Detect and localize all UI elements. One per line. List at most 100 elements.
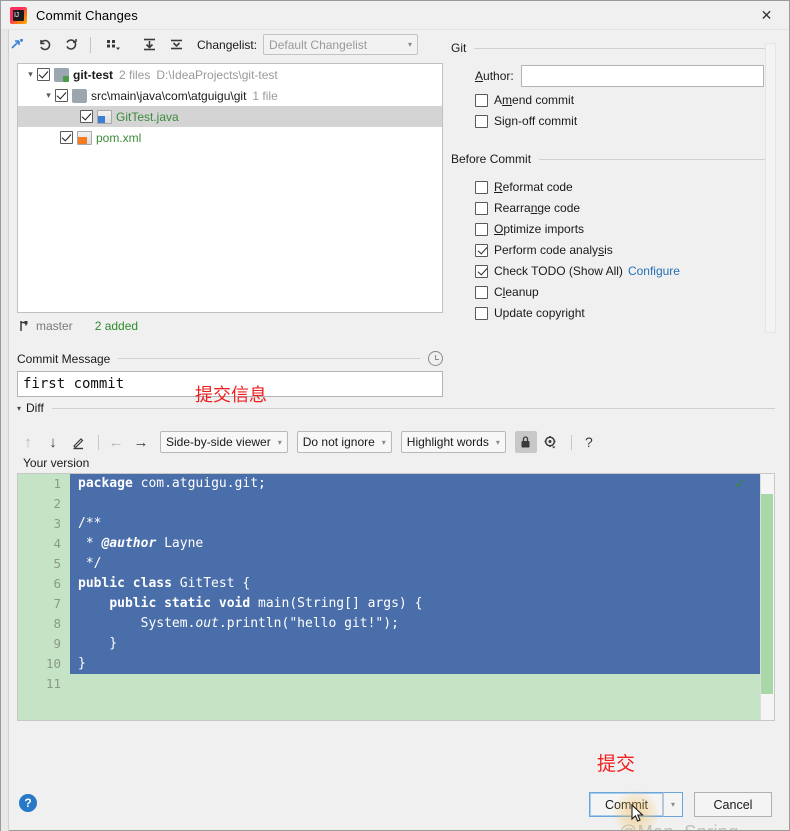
analysis-ok-icon: ✓ [735,476,744,492]
tree-checkbox[interactable] [80,110,93,123]
commit-message-header: Commit Message [17,351,443,366]
tree-item-label: src\main\java\com\atguigu\git [91,88,247,103]
code-line: * @author Layne [70,534,774,554]
clock-history-icon[interactable] [428,351,443,366]
commit-button-annotation: 提交 [597,753,636,775]
diff-label: Diff [26,401,44,415]
tree-row-package[interactable]: ▾ src\main\java\com\atguigu\git 1 file [18,85,442,106]
project-folder-icon [54,67,69,82]
arrow-up-icon[interactable]: ↑ [17,431,39,453]
tree-item-meta: 2 files [119,67,151,82]
check-todo-checkbox[interactable]: Check TODO (Show All) Configure [475,264,776,278]
line-number: 1 [53,476,61,491]
checkbox-box [475,264,488,278]
added-count: 2 added [94,319,139,333]
diff-toolbar: ↑ ↓ ← → Side-by-side viewer ▾ Do not ign… [17,429,775,455]
code-content[interactable]: package com.atguigu.git; /** * @author L… [70,474,774,720]
group-by-icon[interactable] [102,34,124,56]
tree-checkbox[interactable] [37,68,50,81]
tree-row-gittest-java[interactable]: GitTest.java [18,106,442,127]
diff-code-editor[interactable]: 1 2 3 4 5 6 7 8 9 10 11 package com.atgu… [17,473,775,721]
collapse-all-icon[interactable] [165,34,187,56]
line-number: 5 [53,556,61,571]
optimize-imports-checkbox[interactable]: Optimize imports [475,222,776,236]
check-todo-label: Check TODO (Show All) [494,264,623,278]
expand-all-icon[interactable] [138,34,160,56]
perform-code-analysis-label: Perform code analysis [494,243,613,257]
code-line: } [70,654,774,674]
chevron-down-icon[interactable]: ▾ [17,404,21,413]
reformat-code-checkbox[interactable]: Reformat code [475,180,776,194]
line-number: 7 [53,596,61,611]
options-panel-scrollbar[interactable] [765,43,776,333]
before-commit-title: Before Commit [451,152,532,166]
optimize-imports-label: Optimize imports [494,222,585,236]
checkbox-box [475,201,488,215]
line-number: 11 [45,676,61,691]
chevron-down-icon: ▾ [670,800,675,809]
line-number: 8 [53,616,61,631]
configure-link[interactable]: Configure [628,264,680,278]
collapse-to-line-icon[interactable] [6,34,28,56]
arrow-down-icon[interactable]: ↓ [42,431,64,453]
commit-button[interactable]: Commit [589,792,664,817]
chevron-down-icon[interactable]: ▾ [24,69,37,80]
changelist-dropdown[interactable]: Default Changelist ▾ [263,34,419,55]
before-commit-section-header: Before Commit [451,152,776,166]
tree-checkbox[interactable] [60,131,73,144]
undo-icon[interactable] [33,34,55,56]
ignore-mode-dropdown[interactable]: Do not ignore ▾ [296,431,392,453]
question-mark-icon[interactable]: ? [578,431,600,453]
commit-dropdown-button[interactable]: ▾ [663,792,683,817]
pencil-edit-icon[interactable] [67,431,89,453]
tree-row-pom-xml[interactable]: pom.xml [18,127,442,148]
signoff-commit-label: Sign-off commit [494,114,578,128]
perform-code-analysis-checkbox[interactable]: Perform code analysis [475,243,776,257]
intellij-idea-icon [10,6,27,24]
checkbox-box [475,306,488,320]
lock-icon[interactable] [514,431,537,453]
help-button[interactable]: ? [19,794,37,812]
amend-commit-checkbox[interactable]: Amend commit [475,93,776,107]
code-line: */ [70,554,774,574]
arrow-left-icon[interactable]: ← [105,431,127,453]
divider-line [51,407,775,409]
tree-checkbox[interactable] [55,89,68,102]
cancel-button[interactable]: Cancel [694,792,772,817]
signoff-commit-checkbox[interactable]: Sign-off commit [475,114,776,128]
cleanup-checkbox[interactable]: Cleanup [475,285,776,299]
chevron-down-icon: ▾ [277,437,282,447]
update-copyright-label: Update copyright [494,306,585,320]
gear-icon[interactable] [540,431,562,453]
checkbox-box [475,180,488,194]
close-icon[interactable]: ✕ [744,1,789,29]
cleanup-label: Cleanup [494,285,539,299]
diff-section-header[interactable]: ▾ Diff [17,401,775,415]
chevron-down-icon[interactable]: ▾ [42,90,55,101]
arrow-right-icon[interactable]: → [130,431,152,453]
checkbox-box [475,222,488,236]
toolbar-divider [570,434,572,450]
viewer-mode-dropdown[interactable]: Side-by-side viewer ▾ [160,431,288,453]
refresh-icon[interactable] [60,34,82,56]
changed-files-tree[interactable]: ▾ git-test 2 files D:\IdeaProjects\git-t… [17,63,443,313]
change-marker [761,494,773,694]
branch-name: master [36,319,73,333]
highlight-mode-dropdown[interactable]: Highlight words ▾ [400,431,506,453]
git-section-title: Git [451,41,467,55]
tree-item-label: pom.xml [96,130,142,145]
amend-commit-label: Amend commit [494,93,575,107]
line-number: 3 [53,516,61,531]
code-line: } [70,634,774,654]
chevron-down-icon: ▾ [495,437,500,447]
editor-scrollbar[interactable] [760,474,774,720]
line-number: 4 [53,536,61,551]
divider-line [539,158,776,160]
tree-row-project[interactable]: ▾ git-test 2 files D:\IdeaProjects\git-t… [18,64,442,85]
author-field[interactable] [520,65,764,87]
author-label: Author: [475,69,514,83]
tree-item-label: git-test [73,67,113,82]
update-copyright-checkbox[interactable]: Update copyright [475,306,776,320]
rearrange-code-checkbox[interactable]: Rearrange code [475,201,776,215]
